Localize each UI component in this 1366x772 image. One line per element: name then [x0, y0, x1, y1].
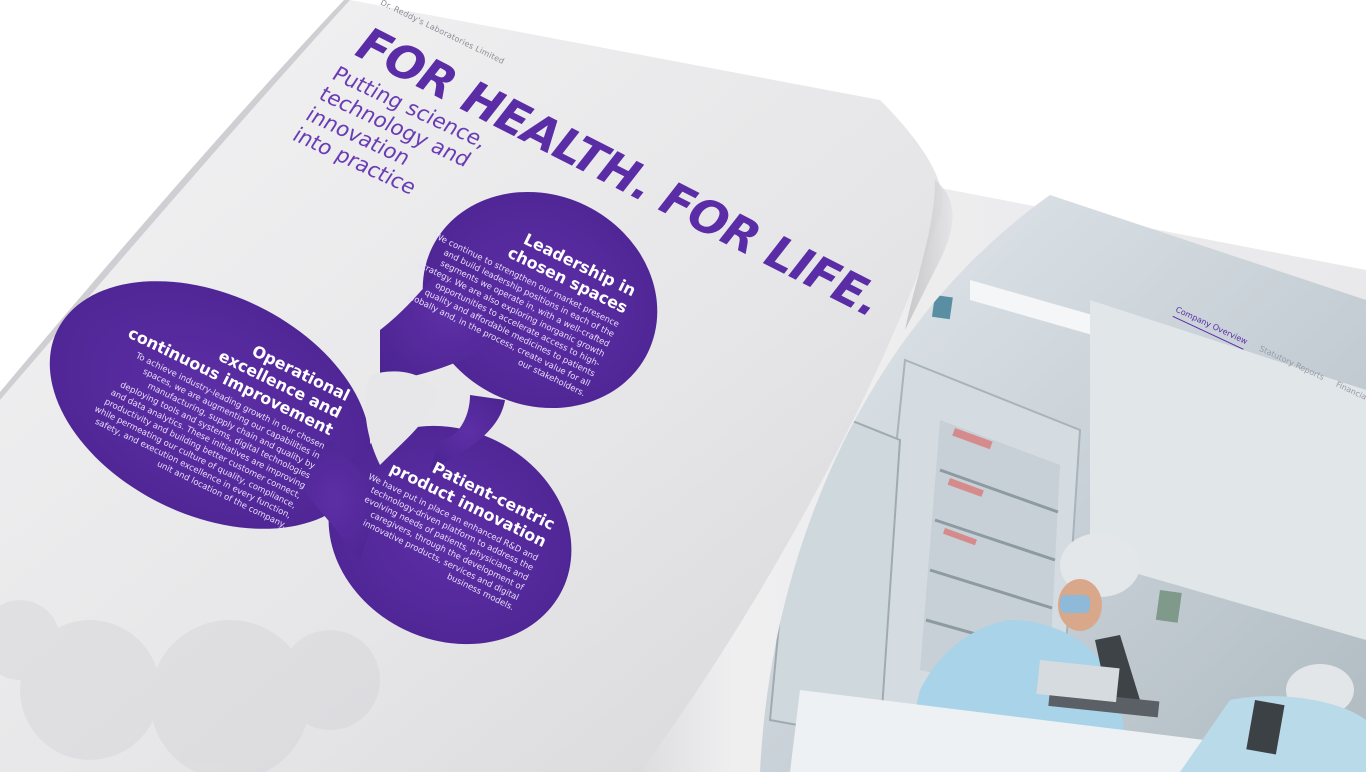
lobe-leadership: Leadership in chosen spaces We continue … [395, 192, 639, 400]
lobe-operational-excellence: Operational excellence and continuous im… [78, 288, 353, 532]
brochure-mockup: Dr. Reddy's Laboratories Limited FOR HEA… [0, 0, 1366, 772]
lobe-product-innovation: Patient-centric product innovation We ha… [333, 430, 558, 614]
left-page-content: Dr. Reddy's Laboratories Limited FOR HEA… [0, 0, 1366, 772]
